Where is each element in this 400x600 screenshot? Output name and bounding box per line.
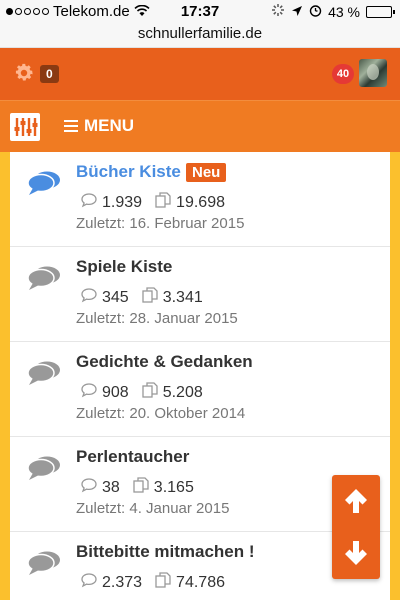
ios-status-bar: Telekom.de 17:37 43 %: [0, 0, 400, 24]
speech-bubbles-icon: [26, 265, 62, 291]
arrow-up-icon[interactable]: [332, 475, 380, 527]
forum-title-link[interactable]: Perlentaucher: [76, 447, 189, 467]
activity-spinner-icon: [271, 3, 285, 20]
reply-count: 38: [102, 478, 120, 496]
last-activity-date: Zuletzt: 28. Januar 2015: [76, 310, 238, 327]
comment-icon: [80, 287, 98, 308]
speech-bubbles-icon: [26, 550, 62, 576]
site-top-header: 0 40: [0, 48, 400, 100]
settings-count-badge[interactable]: 0: [40, 65, 59, 83]
speech-bubbles-icon: [26, 360, 62, 386]
last-activity-date: Zuletzt: 20. Oktober 2014: [76, 405, 246, 422]
post-count: 3.341: [162, 288, 203, 306]
forum-stats: 2.373 74.786: [80, 571, 225, 594]
pages-icon: [141, 286, 159, 309]
last-activity-date: Zuletzt: 4. Januar 2015: [76, 500, 230, 517]
post-count: 19.698: [176, 193, 225, 211]
main-menu-bar: MENU: [0, 100, 400, 152]
battery-icon: [366, 5, 395, 18]
forum-item[interactable]: Gedichte & Gedanken 908 5.208 Zuletzt: 2…: [10, 342, 390, 437]
post-count: 5.208: [162, 383, 203, 401]
user-avatar[interactable]: [359, 59, 387, 87]
forum-title-link[interactable]: Bittebitte mitmachen !: [76, 542, 255, 562]
pages-icon: [132, 476, 150, 499]
status-right: 43 %: [271, 3, 395, 20]
speech-bubbles-icon: [26, 170, 62, 196]
menu-button-label: MENU: [84, 116, 135, 135]
new-badge: Neu: [186, 163, 227, 182]
forum-stats: 38 3.165: [80, 476, 194, 499]
comment-icon: [80, 192, 98, 213]
arrow-down-icon[interactable]: [332, 527, 380, 579]
location-arrow-icon: [291, 4, 303, 20]
post-count: 3.165: [153, 478, 194, 496]
hamburger-icon: [64, 117, 78, 135]
comment-icon: [80, 572, 98, 593]
comment-icon: [80, 382, 98, 403]
post-count: 74.786: [176, 573, 225, 591]
speech-bubbles-icon: [26, 455, 62, 481]
forum-item[interactable]: Bücher Kiste Neu 1.939 19.698 Zuletzt: 1…: [10, 152, 390, 247]
forum-title-link[interactable]: Bücher Kiste: [76, 162, 181, 182]
reply-count: 345: [102, 288, 129, 306]
notification-count-badge[interactable]: 40: [332, 64, 354, 84]
scroll-controls: [332, 475, 380, 579]
comment-icon: [80, 477, 98, 498]
forum-stats: 908 5.208: [80, 381, 203, 404]
pages-icon: [154, 191, 172, 214]
reply-count: 908: [102, 383, 129, 401]
site-logo[interactable]: [10, 113, 40, 141]
pages-icon: [154, 571, 172, 594]
pages-icon: [141, 381, 159, 404]
forum-stats: 1.939 19.698: [80, 191, 225, 214]
alarm-clock-icon: [309, 4, 322, 20]
last-activity-date: Zuletzt: 16. Februar 2015: [76, 215, 245, 232]
battery-percent: 43 %: [328, 3, 360, 20]
reply-count: 2.373: [102, 573, 143, 591]
forum-title-link[interactable]: Gedichte & Gedanken: [76, 352, 253, 372]
menu-button[interactable]: MENU: [64, 116, 134, 136]
reply-count: 1.939: [102, 193, 143, 211]
forum-stats: 345 3.341: [80, 286, 203, 309]
gear-icon[interactable]: [13, 62, 35, 89]
forum-item[interactable]: Spiele Kiste 345 3.341 Zuletzt: 28. Janu…: [10, 247, 390, 342]
browser-url-bar[interactable]: schnullerfamilie.de: [0, 24, 400, 48]
forum-title-link[interactable]: Spiele Kiste: [76, 257, 172, 277]
